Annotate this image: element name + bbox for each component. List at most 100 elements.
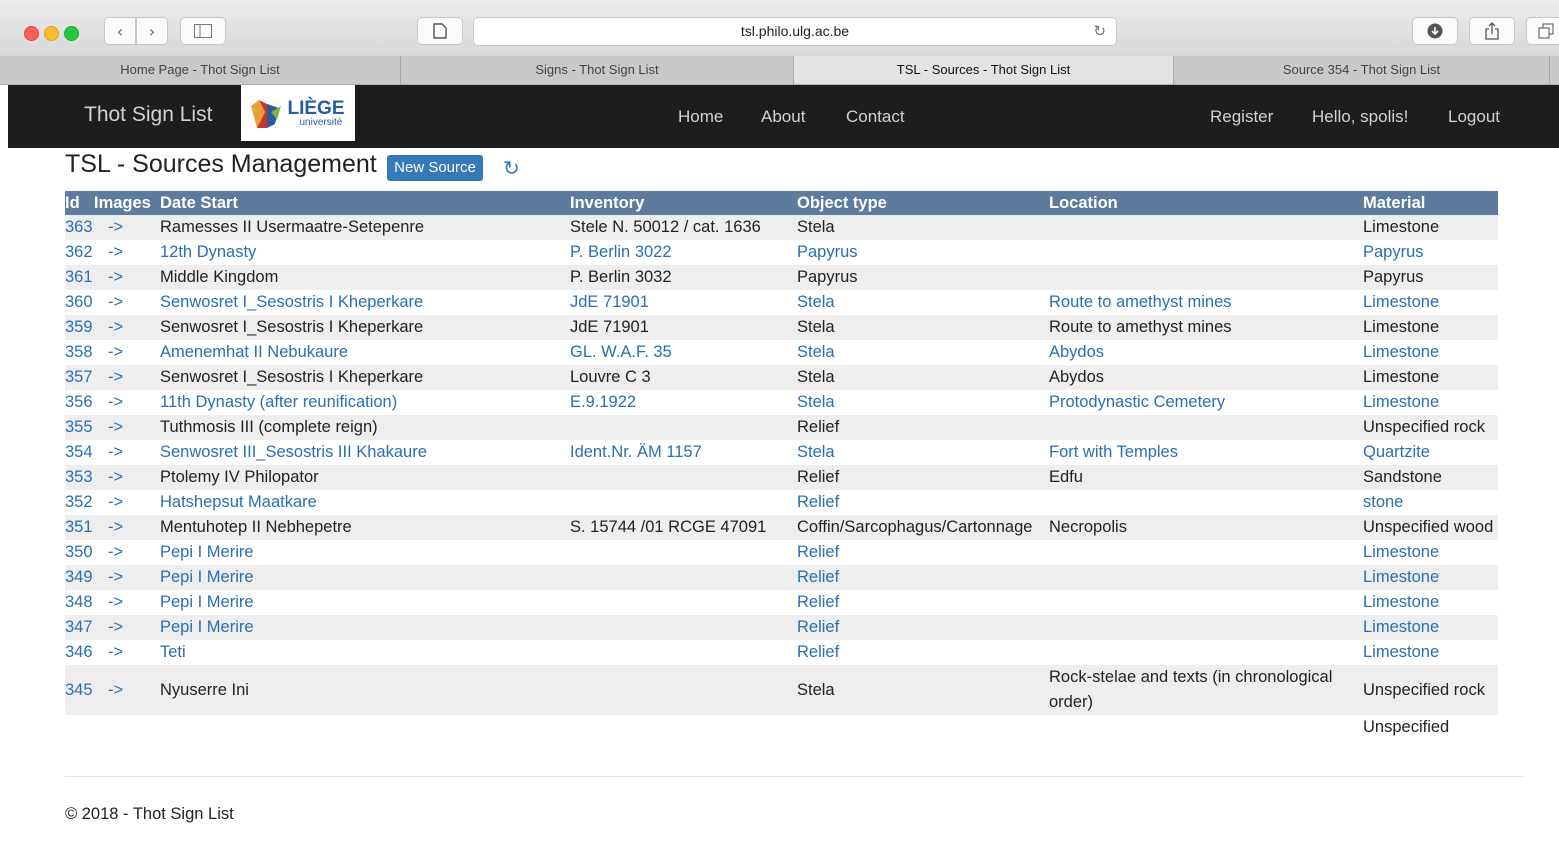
cell-id[interactable]: 353 bbox=[65, 465, 94, 490]
table-row[interactable]: 350 -> Pepi I Merire Relief Limestone bbox=[65, 540, 1498, 565]
cell-inventory[interactable]: JdE 71901 bbox=[570, 290, 797, 315]
tab-signs[interactable]: Signs - Thot Sign List bbox=[401, 56, 794, 84]
cell-date-start[interactable]: Hatshepsut Maatkare bbox=[160, 490, 570, 515]
cell-location[interactable]: Fort with Temples bbox=[1049, 440, 1363, 465]
cell-id[interactable]: 360 bbox=[65, 290, 94, 315]
cell-inventory[interactable]: Ident.Nr. ÄM 1157 bbox=[570, 440, 797, 465]
cell-object-type[interactable]: Stela bbox=[797, 440, 1049, 465]
cell-date-start[interactable]: Pepi I Merire bbox=[160, 565, 570, 590]
cell-id[interactable]: 362 bbox=[65, 240, 94, 265]
cell-images[interactable]: -> bbox=[94, 465, 160, 490]
cell-date-start[interactable]: Amenemhat II Nebukaure bbox=[160, 340, 570, 365]
cell-id[interactable]: 355 bbox=[65, 415, 94, 440]
cell-id[interactable]: 351 bbox=[65, 515, 94, 540]
header-inventory[interactable]: Inventory bbox=[570, 191, 797, 215]
header-date-start[interactable]: Date Start bbox=[160, 191, 570, 215]
header-images[interactable]: Images bbox=[94, 191, 160, 215]
cell-date-start[interactable]: 11th Dynasty (after reunification) bbox=[160, 390, 570, 415]
cell-id[interactable]: 347 bbox=[65, 615, 94, 640]
cell-id[interactable]: 358 bbox=[65, 340, 94, 365]
cell-location[interactable]: Protodynastic Cemetery bbox=[1049, 390, 1363, 415]
table-row[interactable]: 346 -> Teti Relief Limestone bbox=[65, 640, 1498, 665]
cell-id[interactable]: 356 bbox=[65, 390, 94, 415]
cell-id[interactable]: 349 bbox=[65, 565, 94, 590]
cell-object-type[interactable]: Relief bbox=[797, 590, 1049, 615]
cell-images[interactable]: -> bbox=[94, 365, 160, 390]
tab-home-page[interactable]: Home Page - Thot Sign List bbox=[0, 56, 401, 84]
address-bar[interactable]: tsl.philo.ulg.ac.be ↻ bbox=[473, 17, 1117, 46]
cell-id[interactable]: 352 bbox=[65, 490, 94, 515]
sidebar-icon[interactable] bbox=[180, 17, 226, 45]
back-icon[interactable]: ‹ bbox=[104, 17, 136, 45]
cell-material[interactable]: Limestone bbox=[1363, 340, 1498, 365]
cell-id[interactable]: 354 bbox=[65, 440, 94, 465]
cell-material[interactable]: Limestone bbox=[1363, 290, 1498, 315]
cell-location[interactable]: Abydos bbox=[1049, 340, 1363, 365]
cell-id[interactable]: 361 bbox=[65, 265, 94, 290]
header-object-type[interactable]: Object type bbox=[797, 191, 1049, 215]
cell-inventory[interactable]: E.9.1922 bbox=[570, 390, 797, 415]
cell-material[interactable]: Limestone bbox=[1363, 640, 1498, 665]
table-row[interactable]: 351 -> Mentuhotep II Nebhepetre S. 15744 /0… bbox=[65, 515, 1498, 540]
site-brand[interactable]: Thot Sign List bbox=[84, 103, 212, 127]
tabs-icon[interactable] bbox=[1526, 17, 1559, 45]
header-location[interactable]: Location bbox=[1049, 191, 1363, 215]
cell-object-type[interactable]: Relief bbox=[797, 565, 1049, 590]
cell-images[interactable]: -> bbox=[94, 265, 160, 290]
cell-object-type[interactable]: Stela bbox=[797, 390, 1049, 415]
table-row[interactable]: 345 -> Nyuserre Ini Stela Rock-stelae and te… bbox=[65, 665, 1498, 715]
cell-material[interactable]: Quartzite bbox=[1363, 440, 1498, 465]
cell-images[interactable]: -> bbox=[94, 240, 160, 265]
table-row[interactable]: 349 -> Pepi I Merire Relief Limestone bbox=[65, 565, 1498, 590]
cell-object-type[interactable]: Stela bbox=[797, 340, 1049, 365]
nav-logout[interactable]: Logout bbox=[1448, 107, 1500, 127]
forward-icon[interactable]: › bbox=[136, 17, 168, 45]
cell-id[interactable]: 357 bbox=[65, 365, 94, 390]
nav-home[interactable]: Home bbox=[678, 107, 723, 127]
cell-images[interactable]: -> bbox=[94, 665, 160, 715]
cell-material[interactable]: Limestone bbox=[1363, 615, 1498, 640]
cell-id[interactable]: 346 bbox=[65, 640, 94, 665]
cell-images[interactable] bbox=[94, 715, 160, 740]
download-icon[interactable] bbox=[1412, 17, 1458, 45]
cell-date-start[interactable]: Pepi I Merire bbox=[160, 590, 570, 615]
cell-images[interactable]: -> bbox=[94, 340, 160, 365]
table-row[interactable]: 354 -> Senwosret III_Sesostris III Khakaur… bbox=[65, 440, 1498, 465]
table-row[interactable]: 353 -> Ptolemy IV Philopator Relief Edfu Sand… bbox=[65, 465, 1498, 490]
cell-material[interactable]: stone bbox=[1363, 490, 1498, 515]
cell-images[interactable]: -> bbox=[94, 490, 160, 515]
tab-source-354[interactable]: Source 354 - Thot Sign List bbox=[1174, 56, 1550, 84]
zoom-window-button[interactable] bbox=[64, 26, 79, 41]
reload-icon[interactable]: ↻ bbox=[1093, 18, 1106, 45]
cell-inventory[interactable]: GL. W.A.F. 35 bbox=[570, 340, 797, 365]
liege-logo[interactable]: LIÈGE université bbox=[241, 85, 355, 141]
nav-register[interactable]: Register bbox=[1210, 107, 1273, 127]
table-row[interactable]: 348 -> Pepi I Merire Relief Limestone bbox=[65, 590, 1498, 615]
table-row[interactable]: Unspecified bbox=[65, 715, 1498, 740]
cell-material[interactable]: Limestone bbox=[1363, 390, 1498, 415]
new-source-button[interactable]: New Source bbox=[387, 155, 483, 181]
cell-date-start[interactable]: 12th Dynasty bbox=[160, 240, 570, 265]
cell-images[interactable]: -> bbox=[94, 440, 160, 465]
cell-object-type[interactable]: Papyrus bbox=[797, 240, 1049, 265]
cell-images[interactable]: -> bbox=[94, 290, 160, 315]
cell-material[interactable]: Papyrus bbox=[1363, 240, 1498, 265]
minimize-window-button[interactable] bbox=[44, 26, 59, 41]
cell-images[interactable]: -> bbox=[94, 215, 160, 240]
cell-object-type[interactable]: Relief bbox=[797, 615, 1049, 640]
cell-date-start[interactable]: Senwosret I_Sesostris I Kheperkare bbox=[160, 290, 570, 315]
cell-object-type[interactable]: Stela bbox=[797, 290, 1049, 315]
table-row[interactable]: 358 -> Amenemhat II Nebukaure GL. W.A.F. 35… bbox=[65, 340, 1498, 365]
cell-id[interactable]: 359 bbox=[65, 315, 94, 340]
nav-contact[interactable]: Contact bbox=[846, 107, 905, 127]
cell-object-type[interactable]: Relief bbox=[797, 490, 1049, 515]
cell-id[interactable]: 350 bbox=[65, 540, 94, 565]
table-row[interactable]: 356 -> 11th Dynasty (after reunification) E… bbox=[65, 390, 1498, 415]
cell-material[interactable]: Limestone bbox=[1363, 590, 1498, 615]
table-row[interactable]: 347 -> Pepi I Merire Relief Limestone bbox=[65, 615, 1498, 640]
nav-hello-user[interactable]: Hello, spolis! bbox=[1312, 107, 1408, 127]
cell-images[interactable]: -> bbox=[94, 565, 160, 590]
cell-images[interactable]: -> bbox=[94, 390, 160, 415]
cell-images[interactable]: -> bbox=[94, 415, 160, 440]
cell-location[interactable]: Route to amethyst mines bbox=[1049, 290, 1363, 315]
